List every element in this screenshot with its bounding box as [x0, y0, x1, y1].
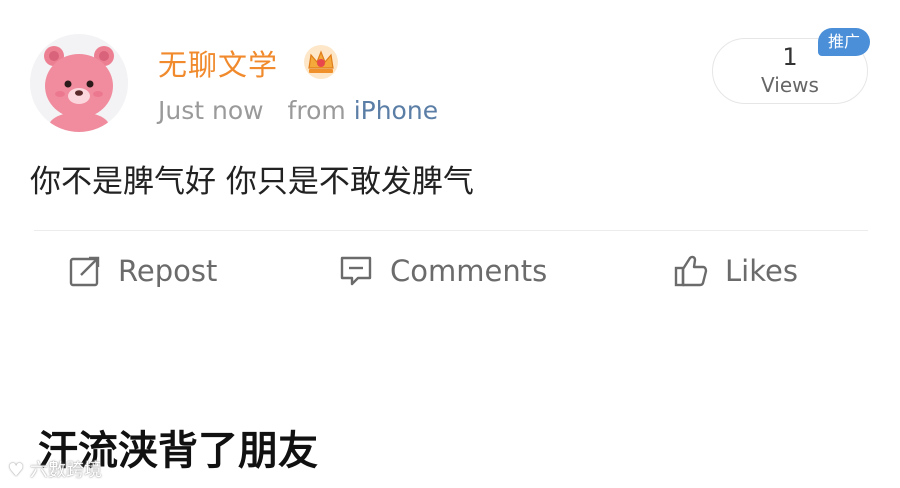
thumbs-up-icon [674, 255, 708, 287]
post-text: 你不是脾气好 你只是不敢发脾气 [30, 164, 474, 200]
comments-button[interactable]: Comments [338, 246, 547, 296]
repost-label: Repost [118, 254, 218, 288]
avatar[interactable] [30, 34, 128, 132]
watermark-logo-icon: ♥ [8, 460, 30, 481]
watermark: ♥ 六數跨境 [8, 456, 102, 482]
post-meta: Just now from iPhone [158, 96, 438, 125]
likes-label: Likes [725, 254, 798, 288]
comments-label: Comments [390, 254, 548, 288]
views-label: Views [761, 73, 819, 97]
comment-icon [340, 256, 372, 286]
pink-bear-avatar [30, 34, 128, 132]
repost-button[interactable]: Repost [68, 246, 217, 296]
crown-icon [304, 45, 338, 79]
username[interactable]: 无聊文学 [158, 42, 278, 84]
promo-badge[interactable]: 推广 [818, 28, 870, 56]
watermark-text: 六數跨境 [29, 460, 102, 481]
divider [34, 230, 868, 231]
repost-icon [69, 256, 100, 287]
likes-button[interactable]: Likes [673, 246, 798, 296]
source-device[interactable]: iPhone [354, 96, 438, 125]
source-prefix: from [287, 96, 346, 125]
post-time: Just now [158, 96, 264, 125]
